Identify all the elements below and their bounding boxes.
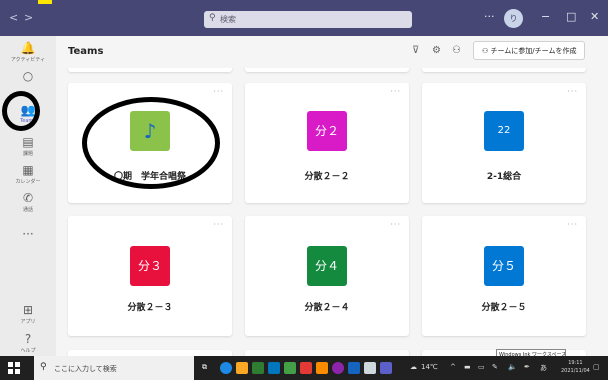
close-button[interactable]: ✕ <box>590 10 599 23</box>
forward-icon[interactable]: > <box>24 11 33 24</box>
bell-icon: 🔔 <box>20 41 36 55</box>
team-card[interactable]: ··· 分５ 分散２－５ <box>422 216 586 336</box>
search-icon: ⚲ <box>209 13 216 23</box>
card-more-button[interactable]: ··· <box>213 87 224 96</box>
card-more-button[interactable]: ··· <box>567 87 578 96</box>
team-tile: 22 <box>484 111 524 151</box>
ime-icon[interactable]: あ <box>540 363 547 373</box>
more-options-button[interactable]: ··· <box>484 10 495 23</box>
team-card-partial[interactable] <box>422 68 586 72</box>
annotation-circle <box>82 97 220 189</box>
back-icon[interactable]: < <box>9 11 18 24</box>
avatar[interactable]: り <box>504 9 523 28</box>
taskbar-search-input[interactable]: ⚲ ここに入力して検索 <box>34 356 194 380</box>
chat-icon: ○ <box>22 69 34 83</box>
rail-item-help[interactable]: ? ヘルプ <box>0 332 56 355</box>
team-card[interactable]: ··· 分３ 分散２－３ <box>68 216 232 336</box>
weather-temp: 14℃ <box>421 363 438 371</box>
filter-icon[interactable]: ⊽ <box>412 45 419 56</box>
apps-icon: ⊞ <box>22 303 34 317</box>
search-placeholder: 検索 <box>220 15 236 24</box>
people-icon[interactable]: ⚇ <box>452 45 461 56</box>
clock-time: 19:11 <box>568 360 583 366</box>
windows-start-icon[interactable] <box>8 362 20 374</box>
team-tile: 分４ <box>307 246 347 286</box>
phone-icon: ✆ <box>22 191 34 205</box>
card-more-button[interactable]: ··· <box>390 87 401 96</box>
volume-icon[interactable]: 🔈 <box>508 363 517 371</box>
team-name: 分散２－５ <box>481 303 527 313</box>
store-icon[interactable] <box>252 362 264 374</box>
pen-icon[interactable]: ✎ <box>492 363 498 371</box>
team-card[interactable]: ··· 分４ 分散２－４ <box>245 216 409 336</box>
powerpoint-icon[interactable] <box>300 362 312 374</box>
taskbar: ⚲ ここに入力して検索 ⧉ ☁ 14℃ ^ ▬ ▭ ✎ 🔈 ✒ あ 19:11 … <box>0 356 608 380</box>
maximize-button[interactable]: □ <box>566 10 576 23</box>
join-create-team-button[interactable]: ⚇ チームに参加/チームを作成 <box>473 41 585 60</box>
more-icon: ··· <box>22 227 34 241</box>
teams-taskbar-icon[interactable] <box>380 362 392 374</box>
rail-item-label: アクティビティ <box>10 57 46 63</box>
edge-icon[interactable] <box>220 362 232 374</box>
tray-chevron-icon[interactable]: ^ <box>450 363 456 371</box>
office-icon[interactable] <box>316 362 328 374</box>
assignment-icon: ▤ <box>22 135 34 149</box>
app-rail: 🔔 アクティビティ ○ 👥 Teams ▤ 課題 ▦ カレンダー ✆ 通話 ··… <box>0 36 56 356</box>
network-icon[interactable]: ▬ <box>464 363 471 371</box>
maps-icon[interactable] <box>284 362 296 374</box>
join-icon: ⚇ <box>482 47 491 55</box>
rail-item-calls[interactable]: ✆ 通話 <box>0 191 56 214</box>
main-header: Teams ⊽ ⚙ ⚇ ⚇ チームに参加/チームを作成 <box>56 36 608 68</box>
team-tile: 分２ <box>307 111 347 151</box>
card-more-button[interactable]: ··· <box>213 220 224 229</box>
rail-item-assignments[interactable]: ▤ 課題 <box>0 135 56 158</box>
rail-item-label: 通話 <box>22 207 33 213</box>
team-tile: 分３ <box>130 246 170 286</box>
taskbar-search-placeholder: ここに入力して検索 <box>54 365 117 373</box>
minimize-button[interactable]: − <box>541 10 550 23</box>
rail-item-label: アプリ <box>20 319 36 325</box>
team-card-partial[interactable] <box>68 68 232 72</box>
rail-item-chat[interactable]: ○ <box>0 70 56 83</box>
clock[interactable]: 19:11 2021/11/04 <box>561 359 590 375</box>
weather-icon[interactable]: ☁ <box>410 363 417 371</box>
rail-item-calendar[interactable]: ▦ カレンダー <box>0 163 56 186</box>
task-view-icon[interactable]: ⧉ <box>202 363 207 372</box>
rail-item-label: カレンダー <box>15 179 41 185</box>
team-name: 分散２－４ <box>304 303 350 313</box>
annotation-circle <box>2 91 40 131</box>
card-more-button[interactable]: ··· <box>567 220 578 229</box>
team-name: 2-1総合 <box>486 172 522 182</box>
team-tile: 分５ <box>484 246 524 286</box>
search-icon: ⚲ <box>40 362 47 372</box>
card-more-button[interactable]: ··· <box>390 220 401 229</box>
join-label: チームに参加/チームを作成 <box>490 47 577 55</box>
highlight-mark <box>38 0 52 4</box>
rail-item-more[interactable]: ··· <box>0 228 56 241</box>
rail-item-label: 課題 <box>22 151 33 157</box>
battery-icon[interactable]: ▭ <box>478 363 485 371</box>
notification-icon[interactable]: ▢ <box>593 363 600 371</box>
help-icon: ? <box>24 332 32 346</box>
word-icon[interactable] <box>348 362 360 374</box>
settings-icon[interactable] <box>364 362 376 374</box>
rail-item-apps[interactable]: ⊞ アプリ <box>0 303 56 326</box>
rail-item-label: ヘルプ <box>20 348 36 354</box>
page-title: Teams <box>68 46 104 57</box>
team-name: 分散２－３ <box>127 303 173 313</box>
gear-icon[interactable]: ⚙ <box>432 45 441 56</box>
search-input[interactable]: ⚲ 検索 <box>204 11 412 28</box>
rail-item-activity[interactable]: 🔔 アクティビティ <box>0 41 56 64</box>
chrome-icon[interactable] <box>332 362 344 374</box>
team-card-partial[interactable] <box>245 68 409 72</box>
clock-date: 2021/11/04 <box>561 368 590 374</box>
team-card[interactable]: ··· 分２ 分散２－２ <box>245 83 409 203</box>
folder-icon[interactable] <box>236 362 248 374</box>
mail-icon[interactable] <box>268 362 280 374</box>
ink-icon[interactable]: ✒ <box>524 363 530 371</box>
calendar-icon: ▦ <box>22 163 34 177</box>
title-bar: < > ⚲ 検索 ··· り − □ ✕ <box>0 0 608 36</box>
team-name: 分散２－２ <box>304 172 350 182</box>
team-card[interactable]: ··· 22 2-1総合 <box>422 83 586 203</box>
